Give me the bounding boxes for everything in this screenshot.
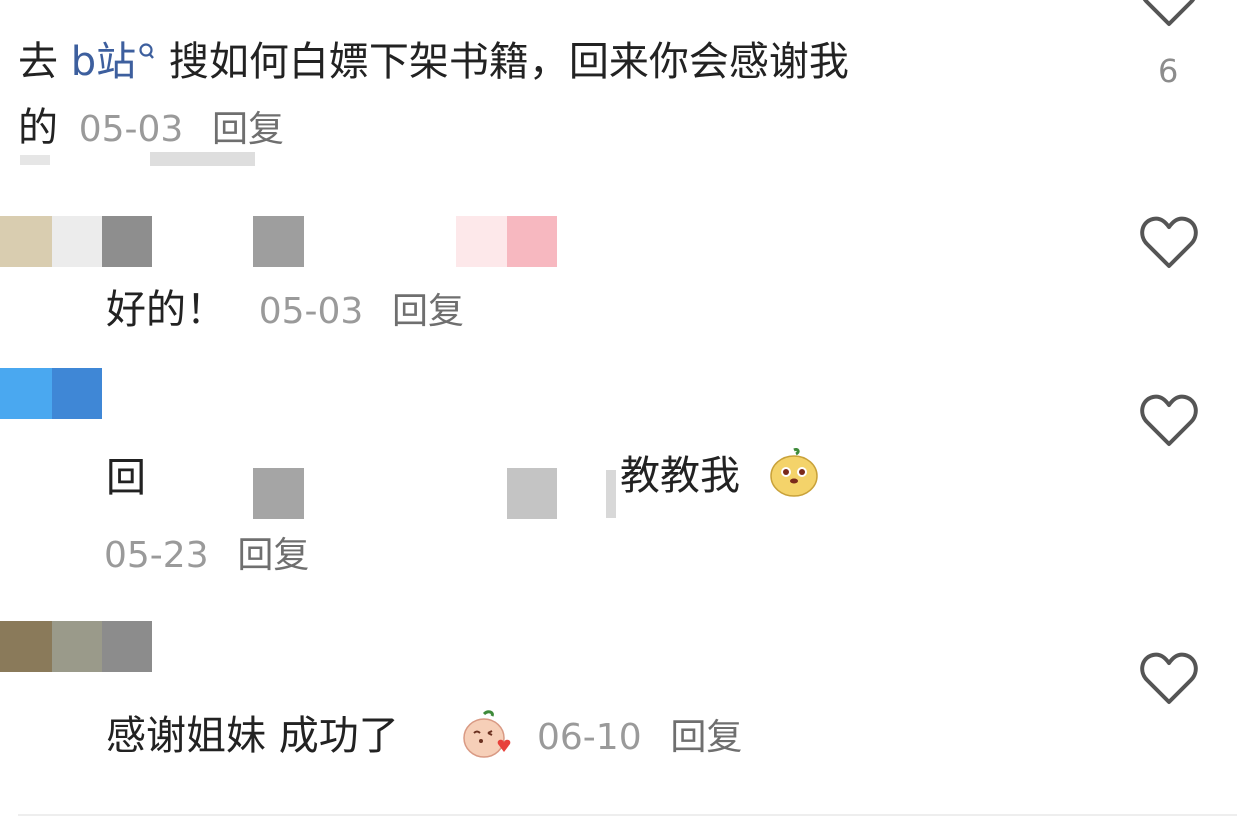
like-button[interactable] [1139,214,1199,270]
username-redacted [102,621,152,672]
comment-text-line2: 的 05-03 回复 [18,105,285,151]
reply-button[interactable]: 回复 [670,717,742,758]
text-redacted [253,468,304,519]
heart-outline-icon [1142,0,1196,26]
bilibili-link[interactable]: b站 [71,39,156,85]
kissing-peach-emoji [463,710,511,758]
comment-date: 05-03 [258,291,364,332]
username-redacted [0,621,52,672]
comment-text-start: 回 [106,455,146,501]
username-redacted [52,368,102,419]
comment-meta: 06-10 回复 [537,716,742,756]
like-button[interactable] [1139,650,1199,706]
comment-date: 05-23 [104,535,209,576]
like-button[interactable] [1139,392,1199,448]
like-count: 6 [1158,52,1179,90]
reply-button[interactable]: 回复 [212,109,284,150]
comment-date: 06-10 [537,717,642,758]
heart-outline-icon [1140,216,1198,268]
username-redacted [0,216,52,267]
text-redacted [507,468,557,519]
reply-button[interactable]: 回复 [392,291,464,332]
text-redacted [606,470,616,518]
heart-outline-icon [1140,394,1198,446]
username-redacted [52,216,102,267]
comment-text: 感谢姐妹 成功了 [106,713,399,759]
username-redacted [456,216,507,267]
username-redacted [253,216,304,267]
yellow-mascot-emoji [770,448,818,497]
heart-outline-icon [1140,652,1198,704]
redacted-fragment [150,152,255,166]
username-redacted [507,216,557,267]
search-icon [138,42,156,67]
comment-text: 去 b站 搜如何白嫖下架书籍，回来你会感谢我 [18,39,849,85]
reply-button[interactable]: 回复 [237,535,309,576]
comment-meta: 05-23 回复 [104,534,309,574]
divider [18,814,1237,816]
redacted-fragment [20,155,50,165]
username-redacted [52,621,102,672]
comment-text-end: 教教我 [620,453,740,499]
username-redacted [0,368,52,419]
comment-text: 好的！ 05-03 回复 [106,287,465,333]
comment-date: 05-03 [78,109,184,150]
like-button-partial[interactable] [1139,0,1199,28]
username-redacted [102,216,152,267]
